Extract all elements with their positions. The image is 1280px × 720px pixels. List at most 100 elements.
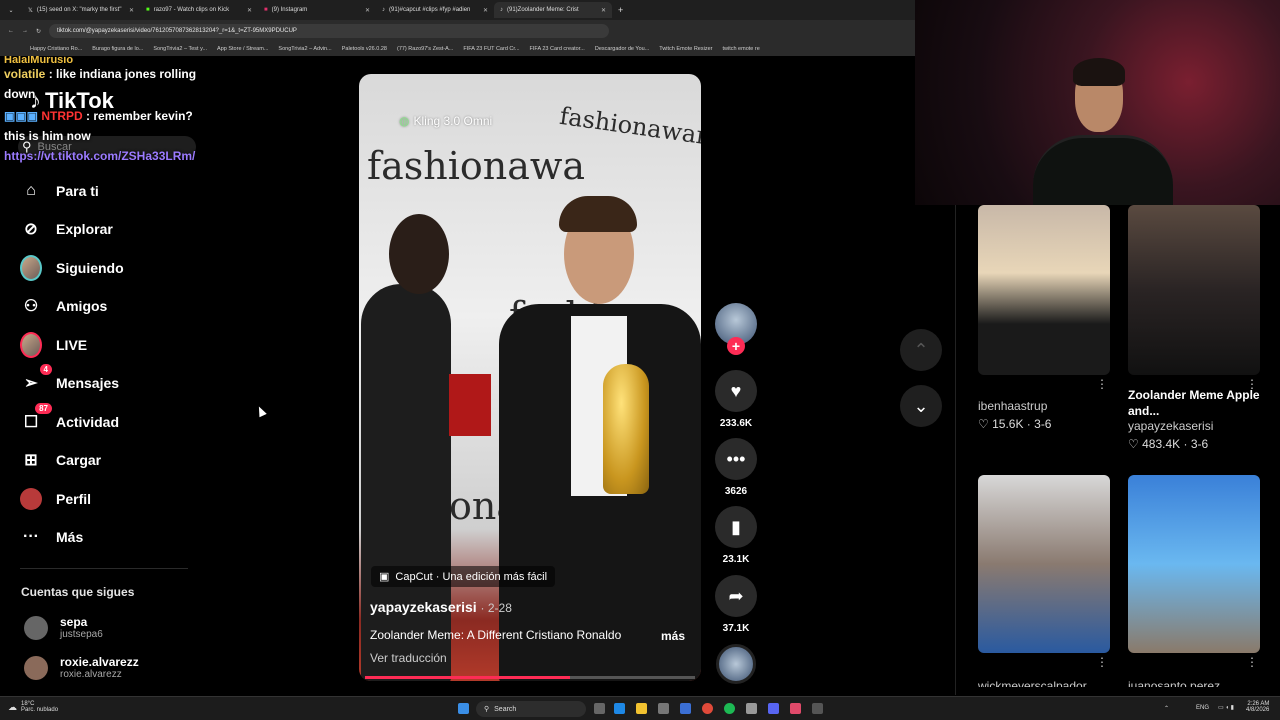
discord-icon[interactable] [768,703,779,714]
weather-widget[interactable]: ☁ 18°C Parc. nublado [8,701,58,713]
nav-mas[interactable]: ··· Más [20,524,83,550]
account-handle: roxie.alvarezz [60,669,122,680]
nav-explorar[interactable]: ⊘ Explorar [20,216,113,242]
more-options-icon[interactable]: ⋮ [1246,655,1258,669]
nav-siguiendo[interactable]: Siguiendo [20,255,124,281]
more-options-icon[interactable]: ⋮ [1096,377,1108,391]
music-disc-icon[interactable] [716,644,756,684]
start-icon[interactable] [458,703,469,714]
spotify-icon[interactable] [724,703,735,714]
tab-bar: ⌄ 𝕏 (15) seed on X: "marky the first" ✕ ■ r… [0,0,915,20]
edge-icon[interactable] [614,703,625,714]
browser-tab-0[interactable]: 𝕏 (15) seed on X: "marky the first" ✕ [22,2,140,18]
bookmark-item[interactable]: FIFA 23 Card creator... [530,46,585,52]
chat-user: HalalMurusio [4,56,74,64]
bookmark-item[interactable]: SongTrivia2 – Test y... [153,46,207,52]
tab-label: (91)Zoolander Meme: Crist [507,7,579,13]
nav-amigos[interactable]: ⚇ Amigos [20,293,108,319]
explorer-icon[interactable] [636,703,647,714]
app-icon[interactable] [680,703,691,714]
save-action[interactable]: ▮ 23.1K [714,506,758,565]
back-icon[interactable]: ← [8,28,14,34]
close-tab-icon[interactable]: ✕ [601,7,606,14]
chat-message: volatile : like indiana jones rolling do… [4,64,204,104]
bookmark-item[interactable]: App Store / Stream... [217,46,268,52]
share-icon[interactable]: ➦ [715,575,757,617]
bookmark-item[interactable]: Paletools v26.0.28 [342,46,387,52]
bookmark-item[interactable]: Descargador de You... [595,46,649,52]
nav-para-ti[interactable]: ⌂ Para ti [20,178,99,204]
video-progress[interactable] [365,676,695,679]
capcut-tag[interactable]: ▣ CapCut · Una edición más fácil [371,566,556,587]
related-card[interactable]: ⋮ juanosanto.perez [1128,475,1260,687]
tab-list-button[interactable]: ⌄ [0,7,22,14]
browser-tab-2[interactable]: ■ (9) Instagram ✕ [258,2,376,18]
url-field[interactable]: tiktok.com/@yapayzekaserisi/video/761205… [49,24,610,38]
previous-video-button[interactable]: ⌃ [900,329,942,371]
reload-icon[interactable]: ↻ [36,28,41,35]
address-bar-row: ← → ↻ tiktok.com/@yapayzekaserisi/video/… [0,20,915,42]
bookmark-item[interactable]: Burago figura de lo... [92,46,143,52]
close-tab-icon[interactable]: ✕ [129,7,134,14]
video-player[interactable]: fashionawa fashionawards fashi ona ◍Klin… [359,74,701,681]
new-tab-button[interactable]: + [612,5,629,15]
bookmark-item[interactable]: SongTrivia2 – Advin... [278,46,331,52]
bookmark-item[interactable]: FIFA 23 FUT Card Cr... [463,46,519,52]
follow-plus-icon[interactable]: + [727,337,745,355]
more-options-icon[interactable]: ⋮ [1096,655,1108,669]
language-indicator[interactable]: ENG [1196,705,1209,711]
close-tab-icon[interactable]: ✕ [247,7,252,14]
comment-icon[interactable]: ••• [715,438,757,480]
related-card[interactable]: ⋮ wickmeyerscalpador [978,475,1110,687]
share-action[interactable]: ➦ 37.1K [714,575,758,634]
nav-mensajes[interactable]: ➢ 4 Mensajes [20,364,120,396]
following-account[interactable]: roxie.alvarezz roxie.alvarezz [24,655,139,680]
bookmark-item[interactable]: Happy Cristiano Ro... [30,46,82,52]
nav-label: Mensajes [56,375,120,391]
network-icon[interactable]: ▭ ◖ ▮ [1218,704,1234,711]
taskbar-search[interactable]: ⚲ Search [476,701,586,717]
nav-cargar[interactable]: ⊞ Cargar [20,447,101,473]
nav-perfil[interactable]: Perfil [20,486,91,512]
weather-desc: Parc. nublado [21,707,59,713]
card-user: wickmeyerscalpador [978,679,1087,687]
video-author[interactable]: yapayzekaserisi · 2-28 [370,599,512,615]
close-tab-icon[interactable]: ✕ [483,7,488,14]
chevron-up-icon[interactable]: ⌃ [1164,705,1169,712]
chat-link[interactable]: https://vt.tiktok.com/ZSHa33LRm/ [4,146,204,166]
bookmark-item[interactable]: (77) Razo97's Zest-A... [397,46,453,52]
task-view-icon[interactable] [594,703,605,714]
browser-tab-4[interactable]: ♪ (91)Zoolander Meme: Crist ✕ [494,2,612,18]
close-tab-icon[interactable]: ✕ [365,7,370,14]
nav-live[interactable]: LIVE [20,332,87,358]
related-card[interactable]: ⋮ ibenhaastrup ♡ 15.6K · 3-6 [978,205,1110,431]
forward-icon[interactable]: → [22,28,28,34]
next-video-button[interactable]: ⌄ [900,385,942,427]
music-app-icon[interactable] [790,703,801,714]
like-action[interactable]: ♥ 233.6K [714,370,758,429]
app-icon[interactable] [812,703,823,714]
red-folder [449,374,491,436]
tab-label: (15) seed on X: "marky the first" [36,7,122,13]
bookmark-icon[interactable]: ▮ [715,506,757,548]
following-account[interactable]: sepa justsepa6 [24,615,103,640]
related-card[interactable]: ⋮ Zoolander Meme Apple and... yapayzekas… [1128,205,1260,451]
heart-icon[interactable]: ♥ [715,370,757,412]
translate-button[interactable]: Ver traducción [370,651,447,665]
browser-tab-1[interactable]: ■ razo97 - Watch clips on Kick ✕ [140,2,258,18]
kling-logo-icon: ◍ [399,114,410,128]
more-options-icon[interactable]: ⋮ [1246,377,1258,391]
nav-actividad[interactable]: ☐ 87 Actividad [20,403,119,435]
clock[interactable]: 2:26 AM 4/8/2026 [1246,701,1269,713]
store-icon[interactable] [658,703,669,714]
comment-action[interactable]: ••• 3626 [714,438,758,497]
messages-badge: 4 [39,364,52,375]
card-meta: ♡ 15.6K · 3-6 [978,417,1052,431]
browser-tab-3[interactable]: ♪ (91)#capcut #clips #fyp #adien ✕ [376,2,494,18]
chat-user: NTRPD [41,109,83,123]
more-button[interactable]: más [661,629,685,643]
app-icon[interactable] [746,703,757,714]
bookmark-item[interactable]: Twitch Emote Resizer [659,46,712,52]
chrome-icon[interactable] [702,703,713,714]
bookmark-item[interactable]: twitch emote re [722,46,759,52]
